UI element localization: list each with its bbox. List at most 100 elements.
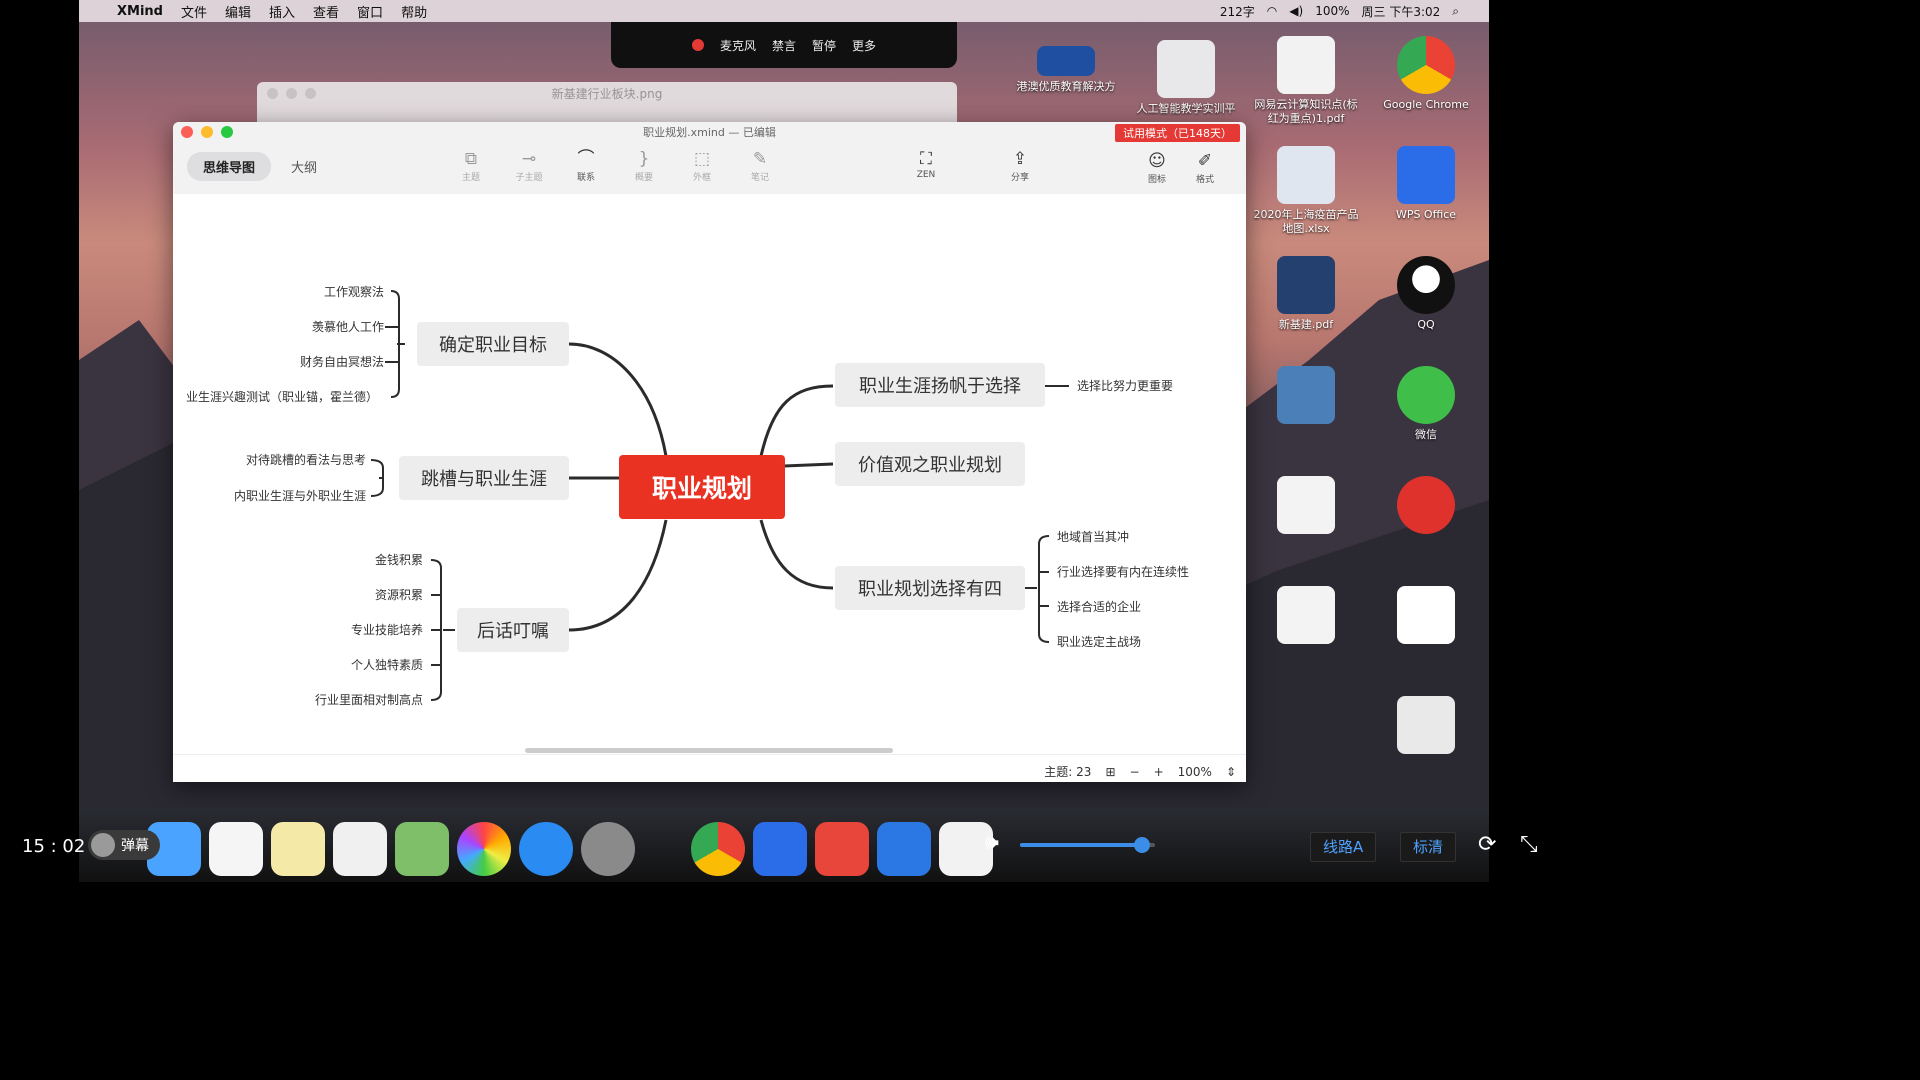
desktop-icon-red-app[interactable] — [1371, 476, 1481, 538]
desktop-icon-docx[interactable] — [1251, 476, 1361, 538]
desktop-icon-youku[interactable] — [1371, 586, 1481, 648]
zoom-in-button[interactable]: + — [1154, 765, 1164, 779]
topic-choice[interactable]: 职业生涯扬帆于选择 — [835, 363, 1045, 407]
desktop-icon-xlsx[interactable]: 2020年上海疫苗产品地图.xlsx — [1251, 146, 1361, 236]
volume-icon[interactable]: ◀) — [1289, 4, 1303, 18]
subtopic-tool[interactable]: ⊸ 子主题 — [509, 148, 549, 183]
quality-button[interactable]: 标清 — [1400, 832, 1457, 862]
volume-knob[interactable] — [1133, 837, 1150, 853]
note-tool[interactable]: ✎ 笔记 — [740, 148, 780, 183]
menu-insert[interactable]: 插入 — [269, 2, 295, 21]
background-window[interactable]: 新基建行业板块.png — [257, 82, 957, 122]
subtopic-goal-2[interactable]: 羡慕他人工作 — [312, 318, 384, 335]
subtopic-choice-1[interactable]: 选择比努力更重要 — [1077, 377, 1173, 394]
subtopic-advice-1[interactable]: 金钱积累 — [375, 551, 423, 568]
wifi-icon[interactable]: ◠ — [1267, 4, 1277, 18]
tool-label: 分享 — [1010, 173, 1029, 183]
icon-panel-button[interactable]: ☺ 图标 — [1137, 150, 1177, 185]
zoom-out-button[interactable]: − — [1130, 765, 1140, 779]
smiley-icon: ☺ — [1148, 151, 1166, 171]
subtopic-advice-4[interactable]: 个人独特素质 — [351, 656, 423, 673]
menu-file[interactable]: 文件 — [181, 2, 207, 21]
mindmap-canvas[interactable]: 职业规划 确定职业目标 跳槽与职业生涯 后话叮嘱 职业生涯扬帆于选择 价值观之职… — [173, 194, 1246, 742]
refresh-icon[interactable]: ⟳ — [1478, 832, 1496, 857]
zen-button[interactable]: ⛶ ZEN — [906, 148, 946, 180]
format-panel-button[interactable]: ✐ 格式 — [1185, 150, 1225, 185]
central-topic[interactable]: 职业规划 — [619, 455, 785, 519]
speaker-icon[interactable]: 🕪 — [985, 830, 999, 855]
subtopic-goal-4[interactable]: 业生涯兴趣测试（职业锚，霍兰德） — [186, 388, 378, 405]
share-button[interactable]: ⇪ 分享 — [1000, 148, 1040, 183]
desktop-icon-pptx2[interactable] — [1371, 696, 1481, 758]
topic-values[interactable]: 价值观之职业规划 — [835, 442, 1025, 486]
desktop-icon-label: WPS Office — [1395, 208, 1457, 221]
desktop-icon-label: Google Chrome — [1383, 98, 1469, 111]
desktop-icon-edu[interactable]: 港澳优质教育解决方 — [1011, 40, 1121, 94]
menu-window[interactable]: 窗口 — [357, 2, 383, 21]
status-right: 主题: 23 ⊞ − + 100% ⇕ — [1044, 763, 1236, 780]
map-icon[interactable]: ⊞ — [1105, 765, 1115, 779]
line-select-button[interactable]: 线路A — [1310, 832, 1377, 862]
subtopic-four-2[interactable]: 行业选择要有内在连续性 — [1057, 563, 1189, 580]
topic-four[interactable]: 职业规划选择有四 — [835, 566, 1025, 610]
menu-edit[interactable]: 编辑 — [225, 2, 251, 21]
desktop-icon-pdf2[interactable]: 网易云计算知识点(标红为重点)1.pdf — [1251, 36, 1361, 126]
zoom-stepper-icon[interactable]: ⇕ — [1226, 765, 1236, 779]
subtopic-goal-1[interactable]: 工作观察法 — [324, 283, 384, 300]
trial-badge[interactable]: 试用模式（已148天） — [1115, 124, 1240, 142]
mac-desktop: XMind 文件 编辑 插入 查看 窗口 帮助 212字 ◠ ◀) 100% 周… — [79, 0, 1489, 810]
desktop-icon-qq[interactable]: QQ — [1371, 256, 1481, 332]
mic-button[interactable]: 麦克风 — [720, 37, 756, 54]
tool-label: 主题 — [461, 173, 480, 183]
topic-advice[interactable]: 后话叮嘱 — [457, 608, 569, 652]
menu-app-name[interactable]: XMind — [117, 4, 163, 19]
menu-bar: XMind 文件 编辑 插入 查看 窗口 帮助 212字 ◠ ◀) 100% 周… — [79, 0, 1489, 22]
mute-button[interactable]: 禁言 — [772, 37, 796, 54]
spreadsheet-icon — [1277, 146, 1335, 204]
desktop-icon-chrome[interactable]: Google Chrome — [1371, 36, 1481, 112]
topic-tool[interactable]: ⧉ 主题 — [451, 148, 491, 183]
menu-help[interactable]: 帮助 — [401, 2, 427, 21]
subtopic-icon: ⊸ — [521, 149, 537, 169]
more-button[interactable]: 更多 — [852, 37, 876, 54]
desktop-icon-wechat[interactable]: 微信 — [1371, 366, 1481, 442]
tab-mindmap[interactable]: 思维导图 — [187, 152, 272, 181]
qq-icon — [1397, 256, 1455, 314]
subtopic-advice-5[interactable]: 行业里面相对制高点 — [315, 691, 423, 708]
menu-view[interactable]: 查看 — [313, 2, 339, 21]
word-count[interactable]: 212字 — [1220, 3, 1255, 20]
pause-button[interactable]: 暂停 — [812, 37, 836, 54]
background-window-title: 新基建行业板块.png — [551, 87, 663, 101]
desktop-icon-docx2[interactable] — [1251, 586, 1361, 648]
horizontal-scrollbar[interactable] — [525, 748, 893, 753]
subtopic-advice-3[interactable]: 专业技能培养 — [351, 621, 423, 638]
zoom-level[interactable]: 100% — [1178, 765, 1212, 779]
summary-tool[interactable]: } 概要 — [624, 148, 664, 183]
tool-label: ZEN — [916, 170, 936, 180]
search-icon[interactable]: ⌕ — [1452, 4, 1459, 19]
clock[interactable]: 周三 下午3:02 — [1362, 3, 1441, 20]
battery-status[interactable]: 100% — [1315, 4, 1349, 18]
desktop-icon-pptx[interactable] — [1251, 366, 1361, 428]
record-dot-icon[interactable] — [691, 39, 704, 51]
desktop-icon-ai[interactable]: 人工智能教学实训平 — [1131, 40, 1241, 116]
volume-slider[interactable] — [1020, 837, 1155, 853]
relation-tool[interactable]: ⌒ 联系 — [566, 148, 606, 183]
subtopic-goal-3[interactable]: 财务自由冥想法 — [300, 353, 384, 370]
tab-outline[interactable]: 大纲 — [275, 152, 333, 181]
subtopic-jump-1[interactable]: 对待跳槽的看法与思考 — [246, 451, 366, 468]
topic-goal[interactable]: 确定职业目标 — [417, 322, 569, 366]
topic-jump[interactable]: 跳槽与职业生涯 — [399, 456, 569, 500]
desktop-icon-wps[interactable]: WPS Office — [1371, 146, 1481, 222]
danmu-toggle[interactable]: 弹幕 — [88, 830, 160, 860]
boundary-tool[interactable]: ⬚ 外框 — [682, 148, 722, 183]
desktop-icon-label: 人工智能教学实训平 — [1136, 102, 1236, 115]
subtopic-four-3[interactable]: 选择合适的企业 — [1057, 598, 1141, 615]
exit-fullscreen-icon[interactable]: ⤡ — [1520, 832, 1538, 857]
subtopic-four-1[interactable]: 地域首当其冲 — [1057, 528, 1129, 545]
subtopic-jump-2[interactable]: 内职业生涯与外职业生涯 — [234, 487, 366, 504]
subtopic-advice-2[interactable]: 资源积累 — [375, 586, 423, 603]
desktop-icon-pdf[interactable]: 新基建.pdf — [1251, 256, 1361, 332]
subtopic-four-4[interactable]: 职业选定主战场 — [1057, 633, 1141, 650]
document-icon — [1037, 46, 1095, 76]
